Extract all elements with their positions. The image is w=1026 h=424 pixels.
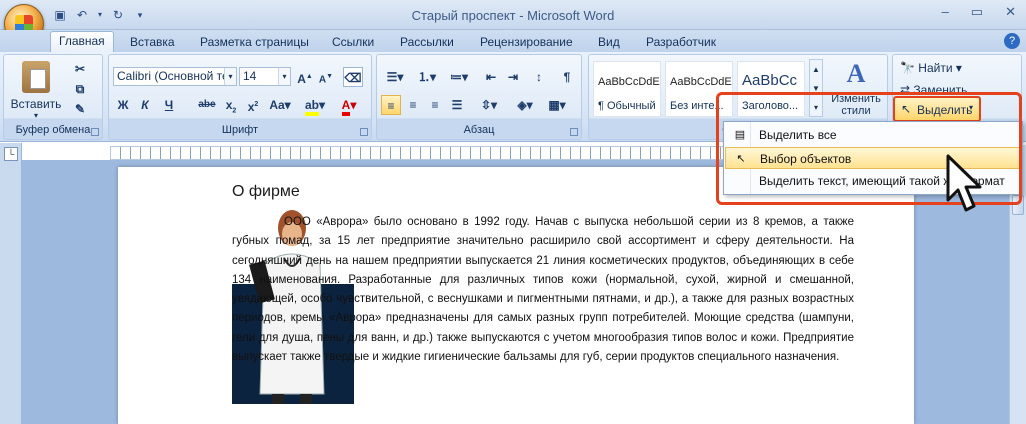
window-title: Старый проспект - Microsoft Word [411,8,615,23]
bullets-icon[interactable]: ☰▾ [381,67,409,87]
multilevel-list-icon[interactable]: ≔▾ [445,67,473,87]
justify-icon[interactable]: ☰ [447,95,467,115]
dialog-launcher-icon[interactable] [91,128,99,136]
clipboard-group-label: Буфер обмена [15,124,91,136]
change-case-icon[interactable]: Aa▾ [267,95,293,115]
paste-button[interactable]: Вставить ▾ [8,59,64,123]
document-body-text: ООО «Аврора» было основано в 1992 году. … [232,216,854,364]
italic-icon[interactable]: К [135,95,155,115]
tab-developer[interactable]: Разработчик [638,33,724,52]
numbering-icon[interactable]: ⒈▾ [413,67,441,87]
show-marks-icon[interactable]: ¶ [557,67,577,87]
chevron-down-icon[interactable]: ▾ [278,68,290,85]
align-left-icon[interactable]: ≡ [381,95,401,115]
shading-icon[interactable]: ◈▾ [511,95,539,115]
copy-icon[interactable]: ⧉ [70,79,90,99]
tab-page-layout[interactable]: Разметка страницы [192,33,317,52]
tab-view[interactable]: Вид [590,33,628,52]
shrink-font-icon[interactable]: A▼ [316,67,336,87]
title-bar: ▣ ↶ ▾ ↻ ▾ Старый проспект - Microsoft Wo… [0,0,1026,30]
font-color-icon[interactable]: A▾ [335,95,363,116]
chevron-down-icon: ▾ [33,111,38,120]
paste-label: Вставить [10,97,62,111]
paragraph-group: ☰▾ ⒈▾ ≔▾ ⇤ ⇥ ↕ ¶ ≡ ≡ ≡ ☰ ⇳▾ ◈▾ ▦▾ Абзац [376,54,582,140]
binoculars-icon: 🔭 [900,61,915,75]
subscript-icon[interactable]: x2 [221,95,241,115]
font-size-combo[interactable]: 14 ▾ [239,67,291,86]
format-painter-icon[interactable]: ✎ [70,99,90,119]
help-icon[interactable]: ? [1004,33,1020,49]
ribbon-tabs: Главная Вставка Разметка страницы Ссылки… [0,30,1026,52]
line-spacing-icon[interactable]: ⇳▾ [475,95,503,115]
tab-home[interactable]: Главная [50,31,114,52]
font-name-value: Calibri (Основной те [117,69,229,83]
highlight-icon[interactable]: ab▾ [301,95,329,116]
window-controls: – ▭ ✕ [942,4,1016,20]
tab-insert[interactable]: Вставка [122,33,183,52]
clipboard-icon [22,61,50,93]
font-group: Calibri (Основной те ▾ 14 ▾ A▲ A▼ ⌫ Ж К Ч … [108,54,372,140]
change-styles-icon: A [846,59,866,88]
borders-icon[interactable]: ▦▾ [543,95,571,115]
decrease-indent-icon[interactable]: ⇤ [481,67,501,87]
tab-references[interactable]: Ссылки [324,33,382,52]
tab-mailings[interactable]: Рассылки [392,33,462,52]
vertical-ruler: └ [0,143,22,424]
style-preview: AaBbCcDdE [670,76,732,88]
font-size-value: 14 [243,69,257,83]
increase-indent-icon[interactable]: ⇥ [503,67,523,87]
align-center-icon[interactable]: ≡ [403,95,423,115]
tab-selector-icon[interactable]: └ [4,147,18,161]
dialog-launcher-icon[interactable] [360,128,368,136]
dialog-launcher-icon[interactable] [570,128,578,136]
grow-font-icon[interactable]: A▲ [295,67,315,87]
superscript-icon[interactable]: x2 [243,95,263,115]
find-label: Найти [918,61,953,75]
tab-review[interactable]: Рецензирование [472,33,581,52]
style-name: ¶ Обычный [598,100,656,112]
chevron-down-icon[interactable]: ▾ [224,68,236,85]
paragraph-group-label: Абзац [463,124,495,136]
underline-icon[interactable]: Ч [159,95,179,115]
find-button[interactable]: 🔭 Найти ▾ [897,57,963,77]
sort-icon[interactable]: ↕ [529,67,549,87]
font-name-combo[interactable]: Calibri (Основной те ▾ [113,67,237,86]
maximize-icon[interactable]: ▭ [971,4,983,20]
align-right-icon[interactable]: ≡ [425,95,445,115]
close-icon[interactable]: ✕ [1005,4,1016,20]
strikethrough-icon[interactable]: abe [195,95,219,115]
style-preview: AaBbCcDdE [598,76,660,88]
document-heading: О фирме [232,183,300,200]
clipboard-group: Вставить ▾ ✂ ⧉ ✎ Буфер обмена [3,54,103,140]
clear-format-icon[interactable]: ⌫ [343,67,363,87]
mouse-cursor-icon [946,154,982,212]
font-group-label: Шрифт [221,124,259,136]
bold-icon[interactable]: Ж [113,95,133,115]
style-normal[interactable]: AaBbCcDdE ¶ Обычный [593,61,661,117]
cut-icon[interactable]: ✂ [70,59,90,79]
style-preview: AaBbCc [742,72,798,89]
minimize-icon[interactable]: – [942,4,949,20]
